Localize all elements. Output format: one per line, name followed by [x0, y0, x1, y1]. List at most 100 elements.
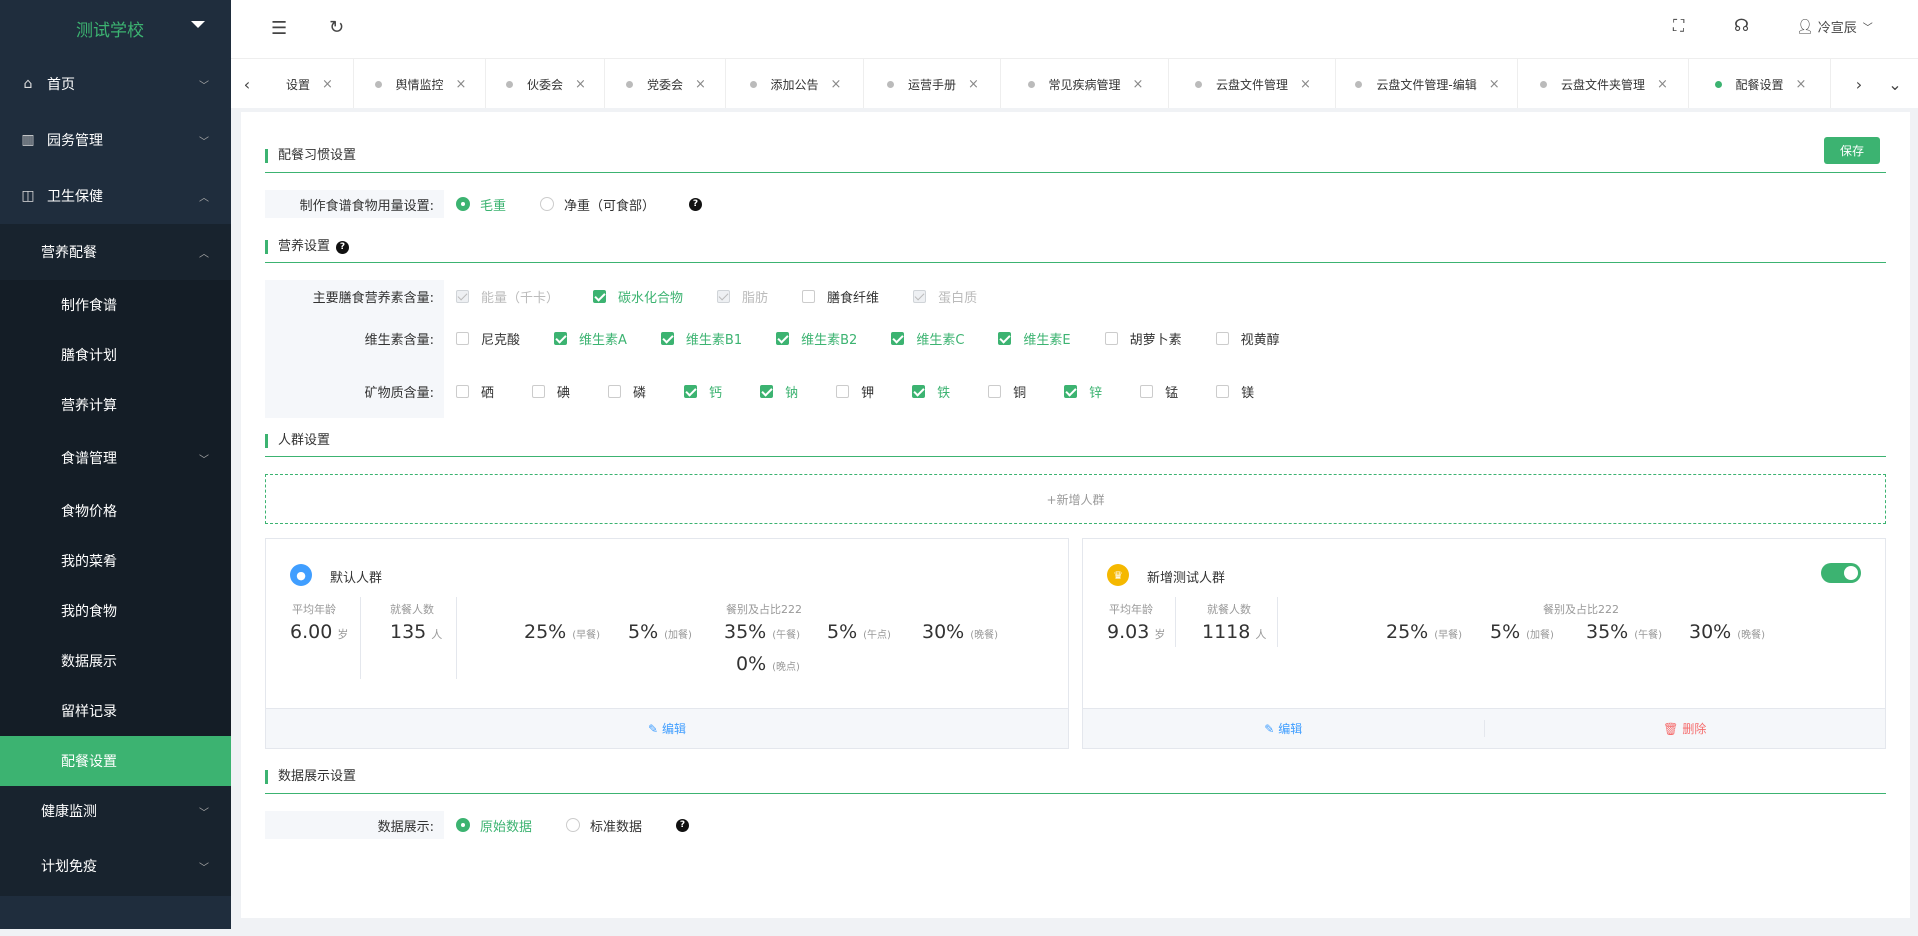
menu-affairs[interactable]: ▥ 园务管理 ﹀: [0, 112, 231, 168]
menu-toggle-icon[interactable]: ☰: [271, 18, 287, 39]
gross-weight-radio[interactable]: 毛重: [456, 195, 506, 214]
add-group-button[interactable]: +新增人群: [265, 474, 1886, 524]
close-icon[interactable]: ×: [456, 77, 467, 92]
tab-label: 常见疾病管理: [1048, 77, 1121, 92]
menu-recipe-mgmt[interactable]: 食谱管理 ﹀: [0, 430, 231, 486]
help-icon[interactable]: ?: [336, 240, 350, 254]
edit-button[interactable]: ✎ 编辑: [1083, 720, 1484, 737]
close-icon[interactable]: ×: [322, 77, 333, 92]
close-icon[interactable]: ×: [1133, 77, 1144, 92]
tab-item[interactable]: 云盘文件管理-编辑 ×: [1338, 59, 1518, 108]
headset-icon[interactable]: ☊: [1734, 16, 1749, 36]
menu-sample-record[interactable]: 留样记录: [0, 686, 231, 736]
nutrient-checkbox[interactable]: 尼克酸: [456, 329, 520, 348]
nutrient-checkbox[interactable]: 钠: [760, 382, 798, 401]
close-icon[interactable]: ×: [1300, 77, 1311, 92]
nutrient-checkbox[interactable]: 镁: [1216, 382, 1254, 401]
close-icon[interactable]: ×: [1796, 77, 1807, 92]
save-button[interactable]: 保存: [1824, 137, 1880, 164]
tab-dot-icon: [749, 80, 757, 88]
meal-pct: 35% (午餐): [1586, 621, 1662, 643]
radio-unchecked: [540, 197, 555, 211]
nutrient-checkbox[interactable]: 硒: [456, 382, 494, 401]
tab-label: 舆情监控: [395, 77, 444, 92]
menu-food-price[interactable]: 食物价格: [0, 486, 231, 536]
tab-item[interactable]: 配餐设置 ×: [1691, 59, 1831, 108]
menu-nutri-calc[interactable]: 营养计算: [0, 380, 231, 430]
nutrient-checkbox[interactable]: 碘: [532, 382, 570, 401]
nutrient-checkbox[interactable]: 维生素B1: [660, 329, 742, 348]
raw-data-radio[interactable]: 原始数据: [456, 816, 532, 835]
meal-pct: 30% (晚餐): [1689, 621, 1765, 643]
tab-scroll-right-icon[interactable]: ›: [1843, 59, 1875, 108]
group-icon: ●: [290, 564, 312, 586]
menu-health-monitor[interactable]: 健康监测 ﹀: [0, 786, 231, 836]
tab-menu-icon[interactable]: ⌄: [1879, 59, 1911, 108]
nutrient-checkbox[interactable]: 钾: [836, 382, 874, 401]
menu-home[interactable]: ⌂ 首页 ﹀: [0, 56, 231, 112]
close-icon[interactable]: ×: [575, 77, 586, 92]
help-icon[interactable]: ?: [689, 197, 703, 211]
checkbox-unchecked: [456, 289, 469, 303]
checkbox-unchecked: [988, 384, 1002, 398]
tab-scroll-left-icon[interactable]: ‹: [231, 59, 263, 108]
nutrient-checkbox[interactable]: 碳水化合物: [593, 287, 683, 306]
avg-age-value: 9.03 岁: [1107, 621, 1165, 643]
button-label: 编辑: [1278, 722, 1303, 736]
refresh-icon[interactable]: ↻: [329, 17, 344, 38]
nutrient-checkbox[interactable]: 铁: [912, 382, 950, 401]
tab-item[interactable]: 常见疾病管理 ×: [1003, 59, 1169, 108]
help-icon[interactable]: ?: [676, 818, 690, 832]
nutrient-checkbox[interactable]: 锌: [1064, 382, 1102, 401]
radio-checked: [456, 197, 470, 211]
group-enabled-toggle[interactable]: [1821, 563, 1861, 583]
menu-label: 食物价格: [61, 504, 117, 520]
menu-meal-settings[interactable]: 配餐设置: [0, 736, 231, 786]
nutrient-checkbox[interactable]: 胡萝卜素: [1104, 329, 1182, 348]
edit-button[interactable]: ✎ 编辑: [266, 720, 1068, 737]
menu-my-dishes[interactable]: 我的菜肴: [0, 536, 231, 586]
menu-data-show[interactable]: 数据展示: [0, 636, 231, 686]
meals-label: 餐别及占比222: [1543, 603, 1619, 616]
nutrient-checkbox[interactable]: 维生素E: [998, 329, 1071, 348]
menu-make-recipe[interactable]: 制作食谱: [0, 280, 231, 330]
tab-item[interactable]: 云盘文件管理 ×: [1171, 59, 1336, 108]
menu-nutrition[interactable]: 营养配餐 ︿: [0, 224, 231, 280]
menu-meal-plan[interactable]: 膳食计划: [0, 330, 231, 380]
user-menu[interactable]: 👤︎ 冷宣辰 ﹀: [1796, 17, 1873, 37]
nutrient-checkbox[interactable]: 磷: [608, 382, 646, 401]
net-weight-radio[interactable]: 净重（可食部）: [540, 195, 655, 214]
nutrient-checkbox[interactable]: 维生素A: [554, 329, 627, 348]
tab-item[interactable]: 党委会 ×: [607, 59, 726, 108]
close-icon[interactable]: ×: [1657, 77, 1668, 92]
std-data-radio[interactable]: 标准数据: [566, 816, 642, 835]
menu-immunization[interactable]: 计划免疫 ﹀: [0, 836, 231, 896]
tab-item[interactable]: 伙委会 ×: [488, 59, 605, 108]
nutrient-checkbox[interactable]: 视黄醇: [1215, 329, 1280, 348]
menu-my-food[interactable]: 我的食物: [0, 586, 231, 636]
close-icon[interactable]: ×: [695, 77, 706, 92]
tab-item[interactable]: 添加公告 ×: [728, 59, 864, 108]
nutrient-checkbox[interactable]: 钙: [684, 382, 722, 401]
close-icon[interactable]: ×: [1489, 77, 1500, 92]
tab-item[interactable]: 运营手册 ×: [866, 59, 1001, 108]
nutrient-checkbox[interactable]: 维生素B2: [776, 329, 857, 348]
close-icon[interactable]: ×: [831, 77, 842, 92]
close-icon[interactable]: ×: [968, 77, 979, 92]
tab-item[interactable]: 设置 ×: [266, 59, 354, 108]
nutrient-checkbox[interactable]: 锰: [1140, 382, 1178, 401]
stat-unit: 人: [431, 628, 443, 641]
school-selector[interactable]: 测试学校: [0, 0, 231, 56]
section-title-habit: 配餐习惯设置: [265, 149, 356, 163]
nutrient-checkbox[interactable]: 膳食纤维: [802, 287, 879, 306]
avg-age-label: 平均年龄: [1109, 603, 1153, 616]
tab-label: 运营手册: [908, 77, 957, 92]
nutrient-checkbox[interactable]: 维生素C: [891, 329, 964, 348]
fullscreen-icon[interactable]: ⛶: [1673, 16, 1684, 36]
tab-item[interactable]: 舆情监控 ×: [356, 59, 486, 108]
nutrient-checkbox[interactable]: 铜: [988, 382, 1026, 401]
option-label: 净重（可食部）: [564, 198, 656, 214]
menu-health[interactable]: ◫ 卫生保健 ︿: [0, 168, 231, 224]
tab-item[interactable]: 云盘文件夹管理 ×: [1520, 59, 1689, 108]
delete-button[interactable]: 🗑︎ 删除: [1483, 720, 1886, 737]
